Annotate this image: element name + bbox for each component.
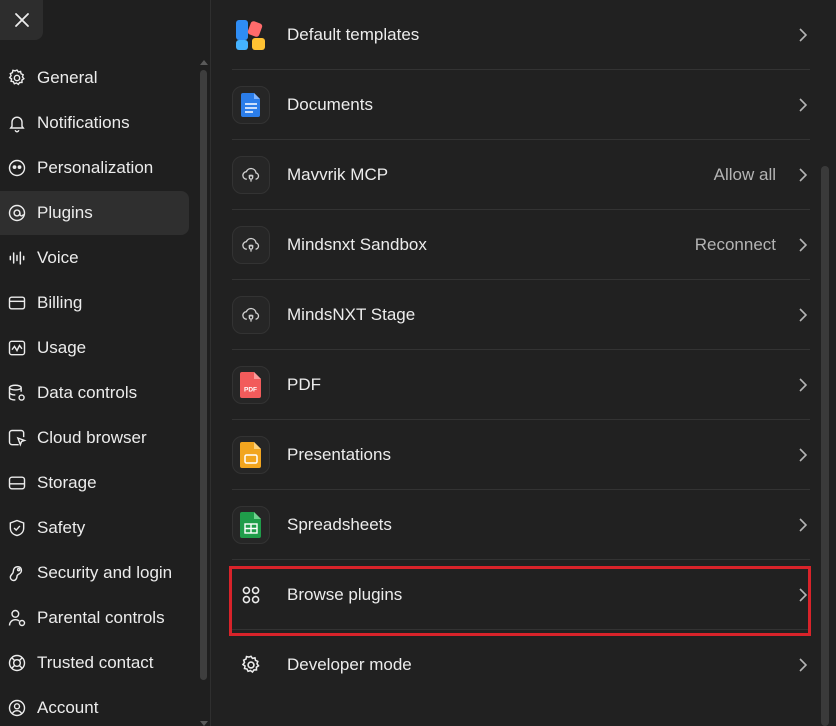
plugin-row-spreadsheets[interactable]: Spreadsheets [232,490,810,560]
chevron-right-icon [798,97,808,113]
sidebar-item-trusted-contact[interactable]: Trusted contact [0,641,189,685]
sidebar-item-label: Notifications [37,113,130,132]
sidebar-item-notifications[interactable]: Notifications [0,101,189,145]
sidebar-item-personalization[interactable]: Personalization [0,146,189,190]
sidebar-item-label: Billing [37,293,83,312]
sidebar-item-parental-controls[interactable]: Parental controls [0,596,189,640]
plugin-label: PDF [287,375,321,394]
sidebar-item-label: Trusted contact [37,653,154,672]
main-scrollbar-thumb[interactable] [821,166,829,726]
plugin-row-documents[interactable]: Documents [232,70,810,140]
sidebar-item-label: Parental controls [37,608,165,627]
sidebar-item-voice[interactable]: Voice [0,236,189,280]
sidebar-item-label: Security and login [37,563,173,582]
sidebar-item-safety[interactable]: Safety [0,506,189,550]
chevron-right-icon [798,447,808,463]
sidebar-item-label: Safety [37,518,86,537]
chevron-right-icon [798,377,808,393]
templates-icon [232,16,270,54]
chevron-right-icon [798,657,808,673]
scroll-down-arrow[interactable] [200,721,208,726]
cloud-browser-icon [6,427,28,449]
cloud-plug-icon [232,296,270,334]
plugin-row-presentations[interactable]: Presentations [232,420,810,490]
chevron-right-icon [798,307,808,323]
presentations-icon [232,436,270,474]
close-icon [14,13,29,27]
chevron-right-icon [798,167,808,183]
sidebar-item-security-and-login[interactable]: Security and login [0,551,189,595]
sidebar-item-label: Voice [37,248,79,267]
spreadsheets-icon [232,506,270,544]
documents-icon [232,86,270,124]
plugin-label: Spreadsheets [287,515,392,534]
sidebar-scrollbar[interactable] [199,60,209,726]
sidebar-item-label: Usage [37,338,87,357]
pdf-badge-text: PDF [244,387,257,394]
card-icon [6,292,28,314]
plugin-status: Reconnect [694,235,776,254]
sidebar-item-label: Data controls [37,383,138,402]
plugin-row-mavvrik-mcp[interactable]: Mavvrik MCP Allow all [232,140,810,210]
sidebar-item-cloud-browser[interactable]: Cloud browser [0,416,189,460]
plugin-row-mindsnxt-stage[interactable]: MindsNXT Stage [232,280,810,350]
parental-icon [6,607,28,629]
plugin-label: Developer mode [287,655,412,674]
cloud-plug-icon [232,226,270,264]
sidebar-item-label: Cloud browser [37,428,147,447]
sidebar-item-storage[interactable]: Storage [0,461,189,505]
plugin-label: Presentations [287,445,391,464]
close-button[interactable] [0,0,43,40]
pdf-icon: PDF [232,366,270,404]
bell-icon [6,112,28,134]
plugin-row-mindsnxt-sandbox[interactable]: Mindsnxt Sandbox Reconnect [232,210,810,280]
sidebar-item-billing[interactable]: Billing [0,281,189,325]
sidebar-item-label: Personalization [37,158,154,177]
database-icon [6,382,28,404]
plugin-label: Default templates [287,25,420,44]
sidebar-item-label: General [37,68,98,87]
scroll-up-arrow[interactable] [200,60,208,65]
waveform-icon [6,247,28,269]
plugin-row-pdf[interactable]: PDF PDF [232,350,810,420]
settings-sidebar: General Notifications Personalization Pl… [0,0,211,726]
plugin-label: Mavvrik MCP [287,165,389,184]
sidebar-item-plugins[interactable]: Plugins [0,191,189,235]
chevron-right-icon [798,237,808,253]
plugins-icon [6,202,28,224]
plugin-label: MindsNXT Stage [287,305,416,324]
gear-icon [232,646,270,684]
cloud-plug-icon [232,156,270,194]
personalization-icon [6,157,28,179]
developer-mode-button[interactable]: Developer mode [232,630,810,700]
lifebuoy-icon [6,652,28,674]
sidebar-item-account[interactable]: Account [0,686,189,726]
settings-window: General Notifications Personalization Pl… [0,0,836,726]
browse-plugins-button[interactable]: Browse plugins [232,560,810,630]
sidebar-item-general[interactable]: General [0,56,189,100]
sidebar-item-label: Plugins [37,203,93,222]
chevron-right-icon [798,517,808,533]
plugin-label: Documents [287,95,373,114]
chevron-right-icon [798,27,808,43]
storage-icon [6,472,28,494]
sidebar-item-usage[interactable]: Usage [0,326,189,370]
plugin-label: Browse plugins [287,585,403,604]
key-icon [6,562,28,584]
sidebar-item-label: Account [37,698,99,717]
plugin-label: Mindsnxt Sandbox [287,235,427,254]
plugins-panel: Default templates Documents Mavvrik MCP … [212,0,836,726]
chart-icon [6,337,28,359]
grid-icon [232,576,270,614]
plugin-row-default-templates[interactable]: Default templates [232,0,810,70]
sidebar-item-label: Storage [37,473,97,492]
shield-icon [6,517,28,539]
chevron-right-icon [798,587,808,603]
sidebar-scrollbar-thumb[interactable] [200,70,207,680]
gear-icon [6,67,28,89]
sidebar-item-data-controls[interactable]: Data controls [0,371,189,415]
plugin-status: Allow all [713,165,776,184]
account-icon [6,697,28,719]
